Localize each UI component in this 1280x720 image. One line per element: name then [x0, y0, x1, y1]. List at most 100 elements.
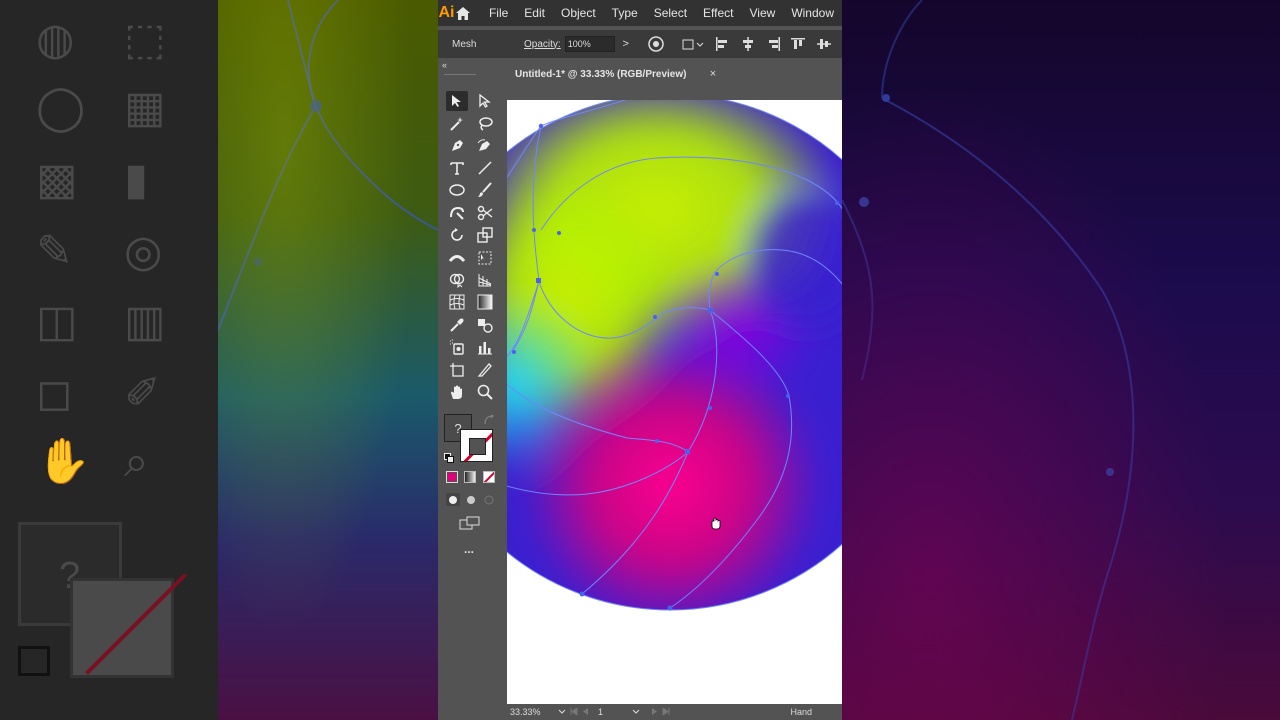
symbol-sprayer-icon: [450, 339, 464, 355]
menu-select[interactable]: Select: [646, 0, 695, 26]
symbol-sprayer-tool[interactable]: [446, 337, 468, 357]
align-to-dropdown-icon[interactable]: [681, 35, 705, 53]
rotate-tool[interactable]: [446, 225, 468, 245]
selection-tool[interactable]: [446, 91, 468, 111]
menu-effect[interactable]: Effect: [695, 0, 741, 26]
direct-selection-tool[interactable]: [474, 91, 496, 111]
slice-tool[interactable]: [474, 360, 496, 380]
align-top-icon[interactable]: [789, 35, 807, 53]
bg-blend-icon: ◎: [124, 227, 163, 276]
stroke-swatch[interactable]: [460, 429, 493, 462]
magic-wand-tool[interactable]: [446, 114, 468, 134]
draw-inside-button[interactable]: [482, 493, 496, 506]
draw-inside-icon: [484, 495, 494, 504]
last-artboard-button[interactable]: [660, 706, 672, 717]
shape-builder-tool[interactable]: [446, 270, 468, 290]
close-document-button[interactable]: ×: [706, 62, 720, 86]
column-graph-tool[interactable]: [474, 337, 496, 357]
width-tool[interactable]: [446, 248, 468, 268]
align-vertical-center-icon[interactable]: [815, 35, 833, 53]
draw-normal-icon: [449, 495, 457, 504]
swap-fill-stroke-icon[interactable]: [484, 412, 494, 430]
hand-icon: [451, 385, 462, 399]
menu-object[interactable]: Object: [553, 0, 604, 26]
mesh-icon: [449, 294, 465, 310]
hand-tool[interactable]: [446, 382, 468, 402]
tools-panel: « ? ...: [438, 58, 506, 720]
document-tab[interactable]: Untitled-1* @ 33.33% (RGB/Preview): [506, 62, 720, 86]
opacity-chevron-button[interactable]: >: [619, 38, 633, 50]
current-tool-label: Mesh: [452, 38, 477, 50]
column-graph-icon: [478, 342, 492, 355]
gradient-mesh-artwork[interactable]: [507, 100, 842, 704]
align-left-icon[interactable]: [713, 35, 731, 53]
pen-icon: [452, 140, 463, 151]
scissors-tool[interactable]: [474, 203, 496, 223]
bg-default-colors-icon: [18, 646, 50, 676]
type-tool[interactable]: [446, 158, 468, 178]
lasso-tool[interactable]: [474, 114, 496, 134]
align-center-icon[interactable]: [739, 35, 757, 53]
ellipse-icon: [449, 184, 465, 196]
opacity-label[interactable]: Opacity:: [524, 39, 561, 50]
previous-artboard-button[interactable]: [580, 707, 592, 717]
pen-tool[interactable]: [446, 136, 468, 156]
recolor-artwork-icon[interactable]: [647, 35, 665, 53]
gradient-tool[interactable]: [474, 292, 496, 312]
menu-edit[interactable]: Edit: [516, 0, 553, 26]
change-screen-mode-button[interactable]: [459, 516, 481, 535]
width-icon: [449, 255, 465, 262]
shaper-tool[interactable]: [446, 203, 468, 223]
right-background-blur: [842, 0, 1280, 720]
paintbrush-tool[interactable]: [474, 180, 496, 200]
home-button[interactable]: [455, 0, 471, 26]
home-icon: [455, 6, 470, 20]
line-segment-tool[interactable]: [474, 158, 496, 178]
artboard-dropdown-button[interactable]: [630, 708, 642, 717]
menu-window[interactable]: Window: [783, 0, 842, 26]
menu-view[interactable]: View: [742, 0, 784, 26]
opacity-input[interactable]: 100%: [564, 36, 615, 52]
gradient-mode-button[interactable]: [464, 471, 476, 483]
control-bar: Mesh Opacity: 100% >: [438, 30, 842, 58]
draw-normal-button[interactable]: [446, 493, 460, 506]
zoom-tool[interactable]: [474, 382, 496, 402]
color-mode-button[interactable]: [446, 471, 458, 483]
shape-builder-icon: [449, 273, 465, 288]
type-icon: [450, 162, 464, 175]
menu-type[interactable]: Type: [604, 0, 646, 26]
free-transform-tool[interactable]: [474, 248, 496, 268]
perspective-grid-tool[interactable]: [474, 270, 496, 290]
align-right-icon[interactable]: [765, 35, 783, 53]
zoom-dropdown-button[interactable]: [556, 708, 568, 717]
first-artboard-button[interactable]: [568, 706, 580, 717]
draw-behind-button[interactable]: [464, 493, 478, 506]
bg-gradient-icon: ▮: [124, 155, 149, 204]
mesh-tool[interactable]: [446, 292, 468, 312]
edit-toolbar-button[interactable]: ...: [464, 542, 474, 556]
status-tool-label[interactable]: Hand: [790, 707, 812, 717]
app-logo: Ai: [438, 4, 455, 21]
screen-mode-icon: [459, 516, 480, 530]
curvature-tool[interactable]: [474, 136, 496, 156]
eyedropper-tool[interactable]: [446, 315, 468, 335]
tools-panel-grip[interactable]: [444, 74, 476, 75]
next-artboard-button[interactable]: [648, 707, 660, 717]
scale-tool[interactable]: [474, 225, 496, 245]
none-mode-button[interactable]: [483, 471, 495, 483]
collapse-panel-button[interactable]: «: [442, 60, 447, 70]
bg-stroke-swatch: [70, 578, 174, 678]
menu-file[interactable]: File: [481, 0, 516, 26]
artboard-canvas[interactable]: [507, 100, 842, 704]
color-mode-swatch: [448, 473, 456, 481]
draw-behind-icon: [467, 495, 475, 504]
default-fill-stroke-icon[interactable]: [444, 450, 454, 468]
artboard-number-field[interactable]: 1: [592, 707, 630, 717]
blend-tool[interactable]: [474, 315, 496, 335]
artboard-tool[interactable]: [446, 360, 468, 380]
shaper-icon: [450, 206, 464, 220]
curvature-icon: [477, 139, 490, 151]
none-slash-icon: [484, 472, 494, 482]
zoom-level-field[interactable]: 33.33%: [506, 707, 556, 717]
ellipse-tool[interactable]: [446, 180, 468, 200]
